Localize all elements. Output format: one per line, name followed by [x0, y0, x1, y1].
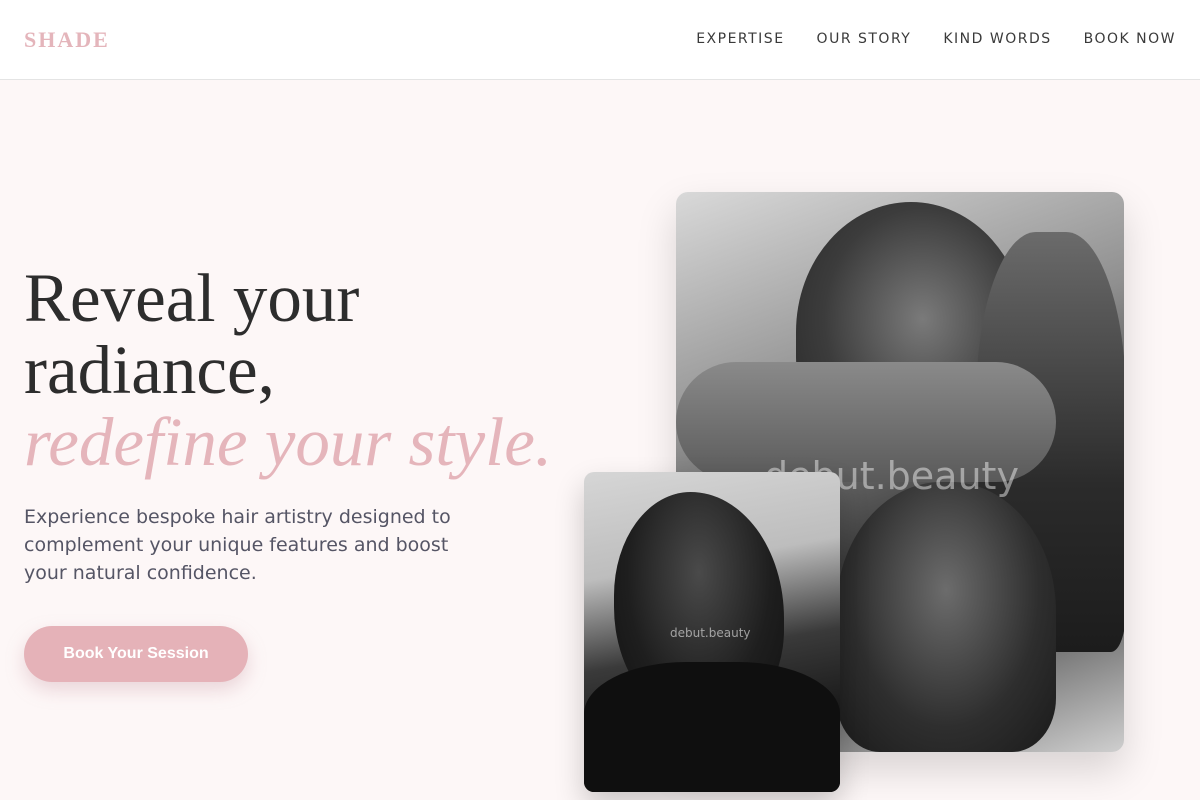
- hero-title-line-1: Reveal your: [24, 260, 360, 336]
- main-nav: EXPERTISE OUR STORY KIND WORDS BOOK NOW: [696, 31, 1176, 47]
- photo-shoulders: [584, 662, 840, 792]
- nav-link-expertise[interactable]: EXPERTISE: [696, 31, 784, 47]
- hero-description: Experience bespoke hair artistry designe…: [24, 506, 451, 584]
- hero-title-line-2: radiance,: [24, 332, 275, 408]
- nav-link-book-now[interactable]: BOOK NOW: [1084, 31, 1176, 47]
- site-header: SHADE EXPERTISE OUR STORY KIND WORDS BOO…: [0, 0, 1200, 80]
- hero-title-accent: redefine your style.: [24, 404, 553, 480]
- hero-title: Reveal your radiance, redefine your styl…: [24, 262, 624, 478]
- photo-watermark-small: debut.beauty: [670, 626, 751, 640]
- hero-photo-hair-flow: debut.beauty: [584, 472, 840, 792]
- nav-link-our-story[interactable]: OUR STORY: [817, 31, 912, 47]
- book-session-button[interactable]: Book Your Session: [24, 626, 248, 682]
- logo[interactable]: SHADE: [24, 27, 110, 53]
- photo-figure-client: [836, 482, 1056, 752]
- nav-link-kind-words[interactable]: KIND WORDS: [943, 31, 1051, 47]
